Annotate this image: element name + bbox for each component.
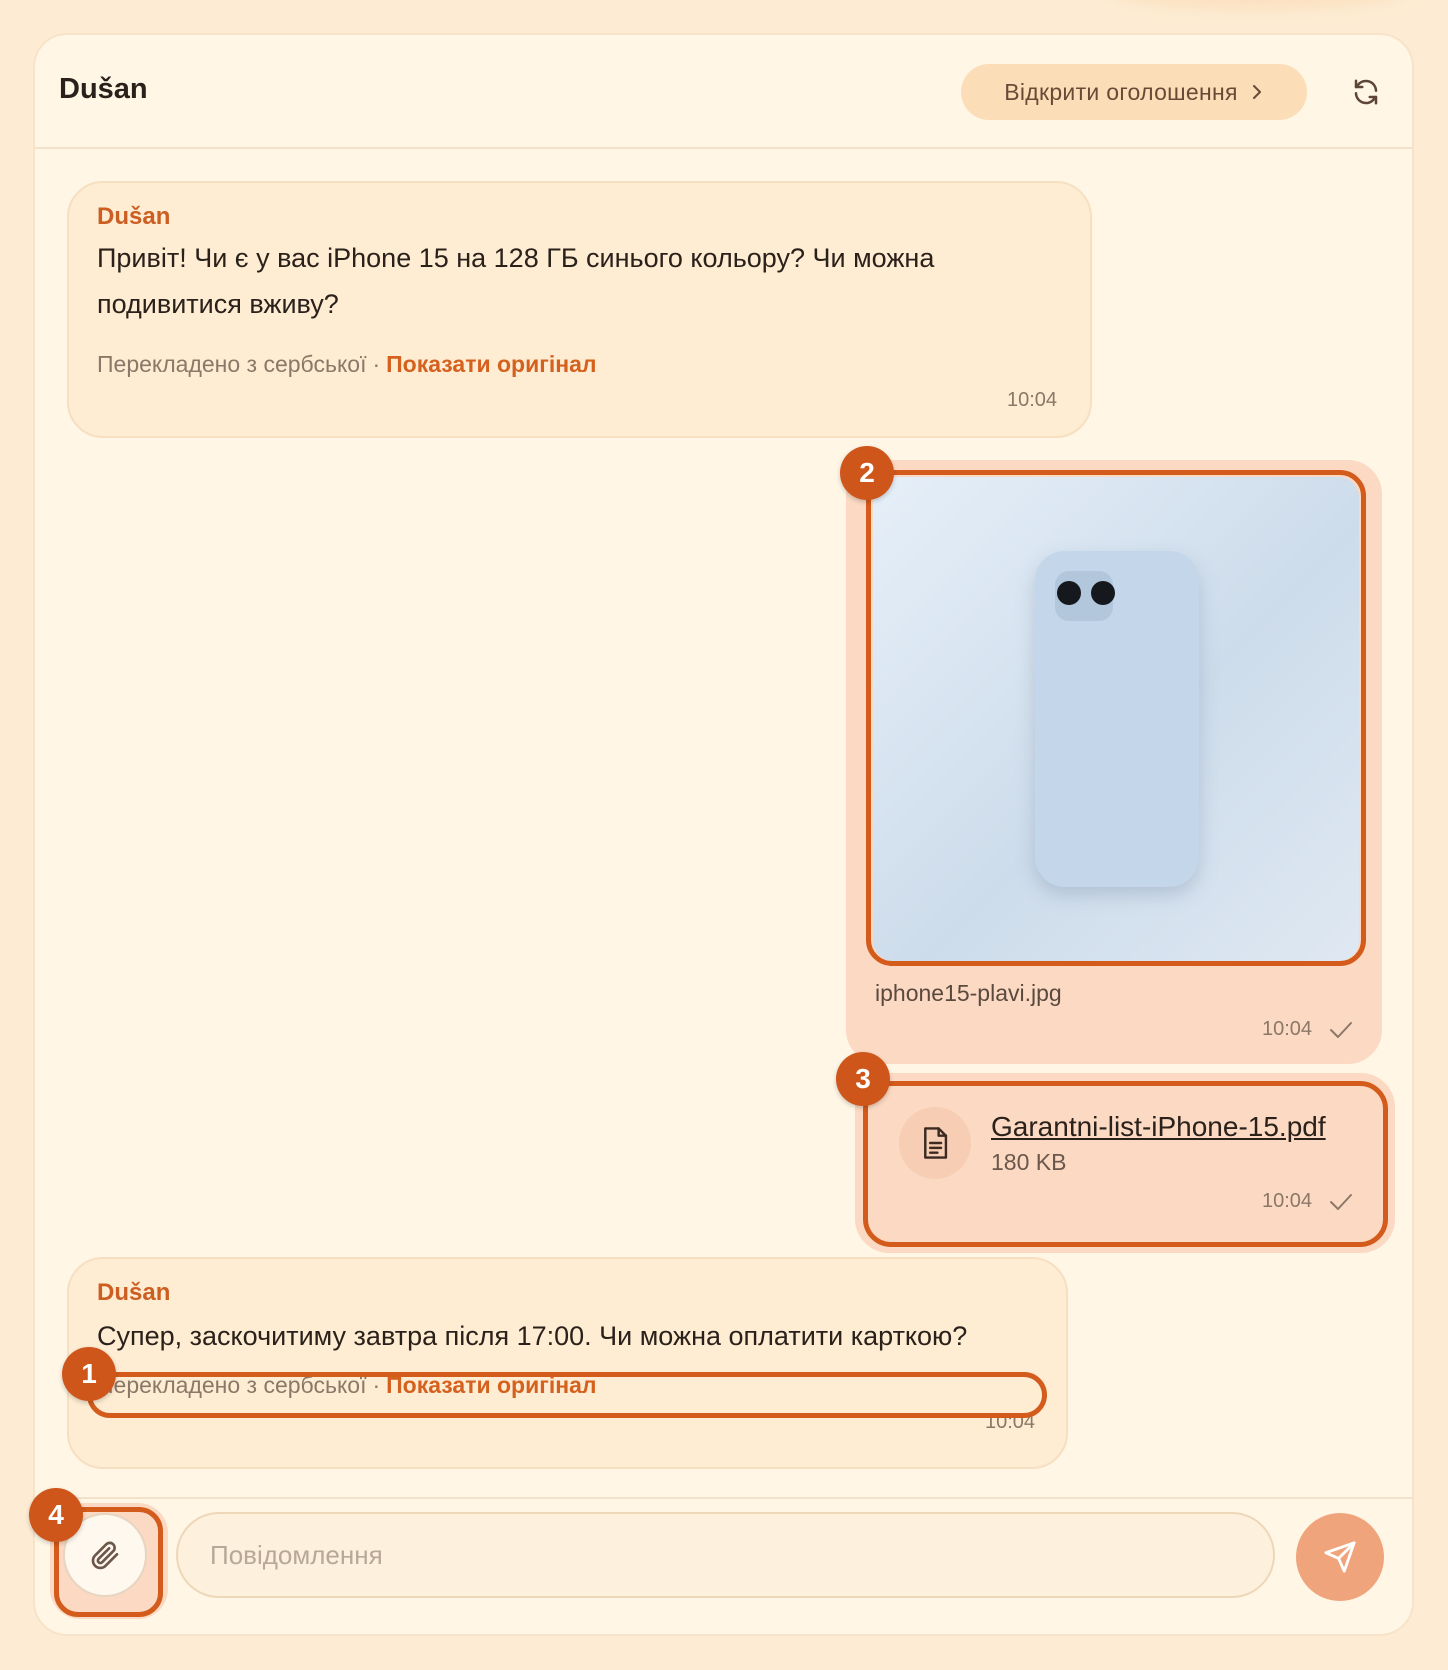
highlight-image [866, 470, 1366, 966]
composer-divider [35, 1497, 1412, 1499]
refresh-icon [1354, 79, 1378, 105]
message-input[interactable] [176, 1512, 1275, 1598]
chat-panel: Dušan Відкрити оголошення Dušan Привіт! … [33, 33, 1414, 1636]
image-filename: iphone15-plavi.jpg [875, 980, 1062, 1006]
file-size: 180 KB [991, 1149, 1067, 1175]
open-listing-button[interactable]: Відкрити оголошення [961, 64, 1307, 120]
chat-header: Dušan Відкрити оголошення [35, 35, 1412, 149]
highlight-translation-row [87, 1372, 1047, 1418]
file-icon-button[interactable] [899, 1107, 971, 1179]
message-text-line: Привіт! Чи є у вас iPhone 15 на 128 ГБ с… [97, 243, 935, 273]
checkmark-icon [1330, 1022, 1352, 1038]
background-glow [1108, 0, 1408, 10]
annotation-badge-4: 4 [29, 1488, 83, 1542]
translation-row: Перекладено з сербської · Показати оригіна… [97, 351, 597, 378]
annotation-badge-2: 2 [840, 446, 894, 500]
separator-dot: · [372, 351, 381, 377]
message-time: 10:04 [1262, 1018, 1313, 1040]
message-text-line: подивитися вживу? [97, 289, 339, 319]
incoming-message: Dušan Привіт! Чи є у вас iPhone 15 на 12… [67, 181, 1092, 438]
message-text: Привіт! Чи є у вас iPhone 15 на 128 ГБ с… [97, 235, 1057, 327]
refresh-button[interactable] [1346, 72, 1386, 112]
checkmark-icon [1330, 1194, 1352, 1210]
message-time: 10:04 [1262, 1190, 1313, 1212]
sender-name: Dušan [97, 1279, 171, 1306]
sender-name: Dušan [97, 203, 171, 230]
send-icon [1324, 1541, 1356, 1573]
message-time: 10:04 [1007, 389, 1058, 411]
open-listing-label: Відкрити оголошення [1004, 78, 1238, 105]
incoming-message: Dušan Супер, заскочитиму завтра після 17… [67, 1257, 1068, 1469]
file-name-link[interactable]: Garantni-list-iPhone-15.pdf [991, 1111, 1326, 1143]
annotation-badge-1: 1 [62, 1347, 116, 1401]
translated-note: Перекладено з сербської [97, 351, 367, 377]
show-original-link[interactable]: Показати оригінал [386, 351, 596, 377]
annotation-badge-3: 3 [836, 1052, 890, 1106]
message-text: Супер, заскочитиму завтра після 17:00. Ч… [97, 1321, 968, 1351]
document-icon [924, 1127, 948, 1159]
send-button[interactable] [1296, 1513, 1384, 1601]
contact-name: Dušan [59, 73, 148, 105]
chevron-right-icon [1252, 85, 1261, 99]
